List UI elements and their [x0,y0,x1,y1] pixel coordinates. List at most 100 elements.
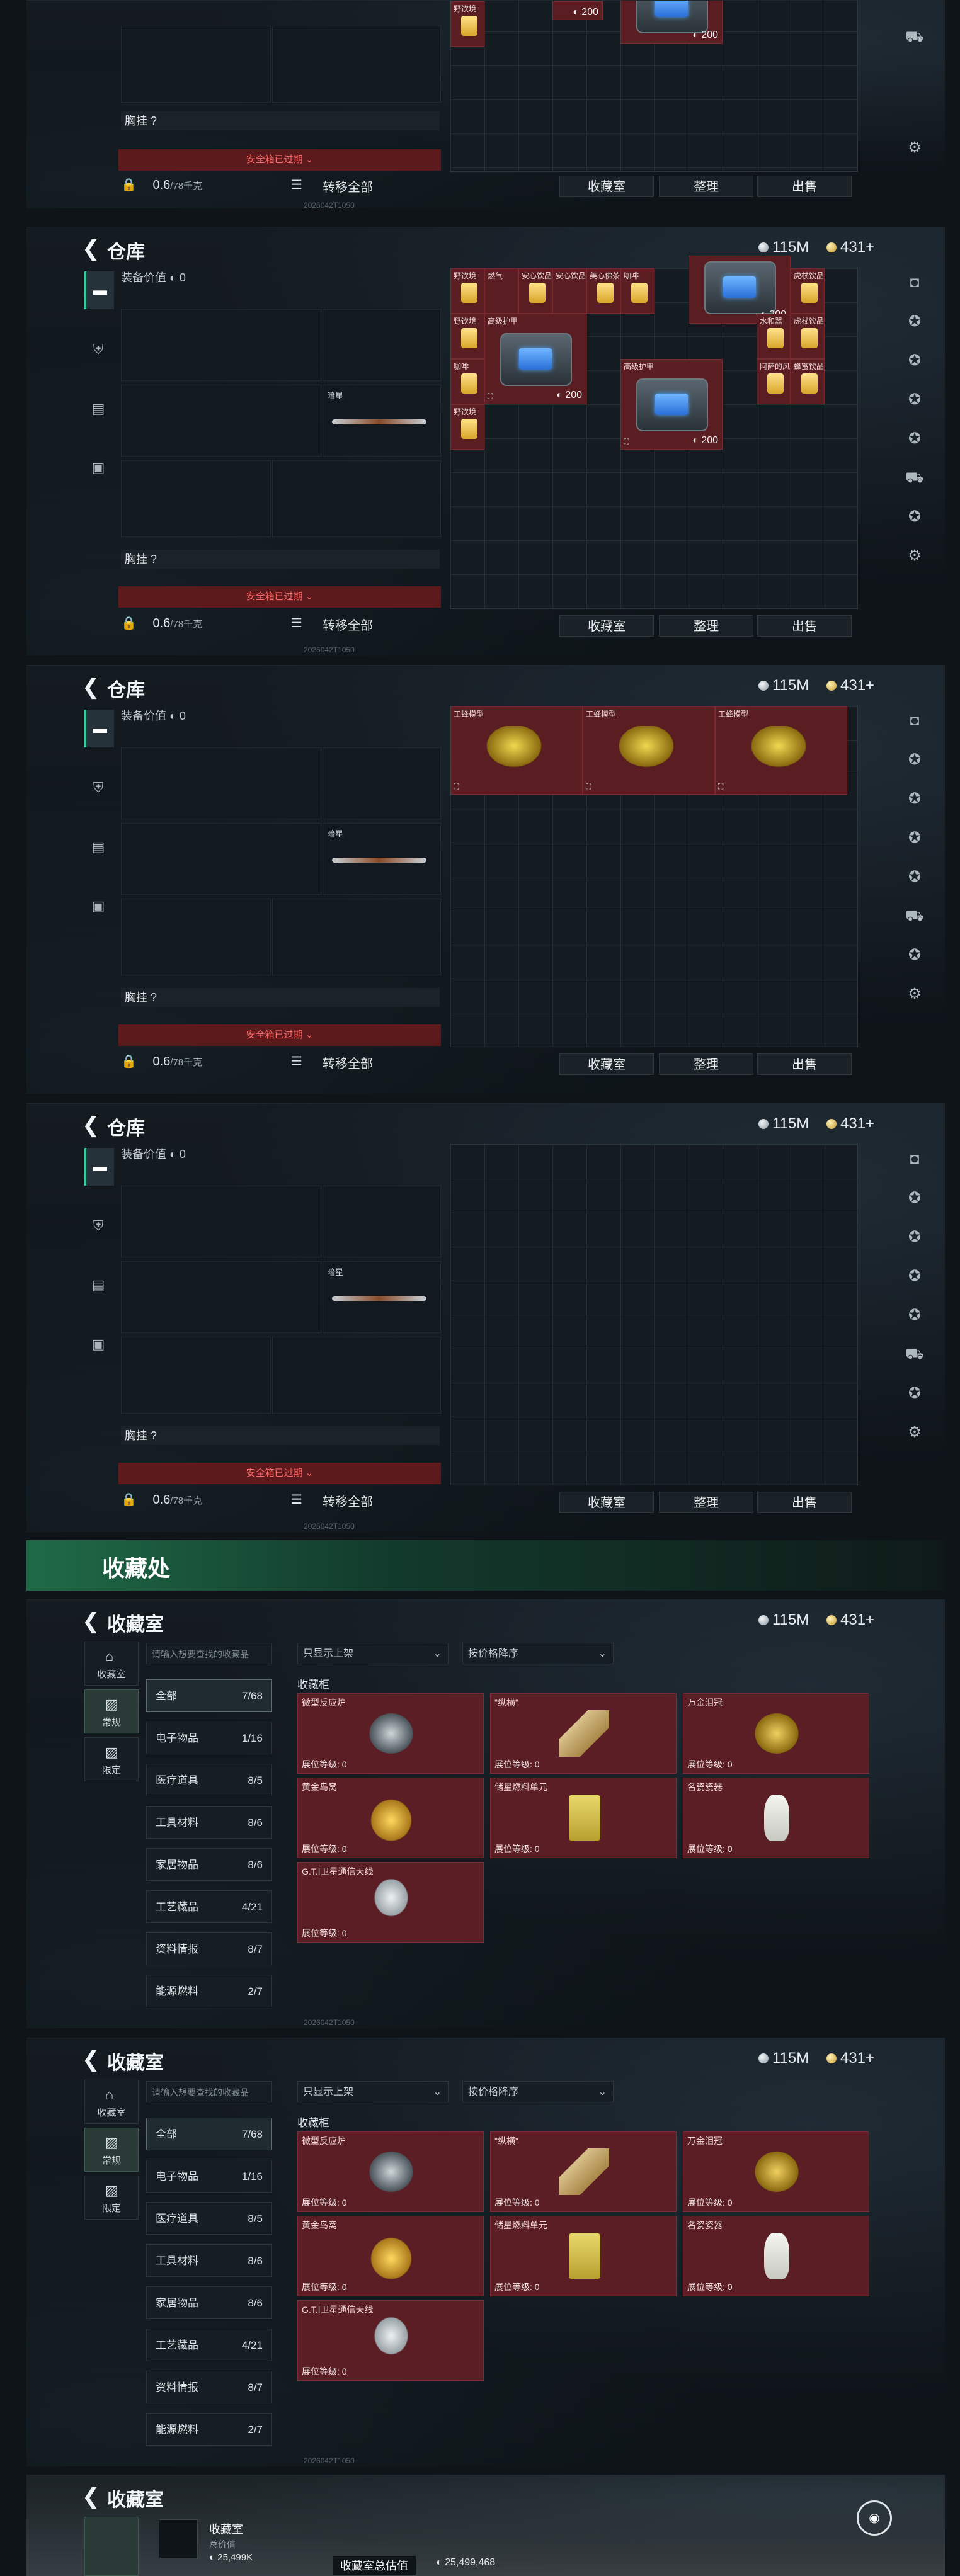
badge-icon[interactable]: ✪ [903,788,926,810]
sort-button[interactable]: 整理 [659,1492,753,1513]
stash-item[interactable]: 野饮境 [450,404,484,450]
sort-button[interactable]: 整理 [659,176,753,197]
tab-regular[interactable]: ▨ 常规 [84,1689,139,1733]
badge-icon[interactable]: ✪ [903,1187,926,1210]
badge-icon[interactable]: ✪ [903,428,926,450]
collection-card[interactable]: 储星燃料单元 展位等级: 0 [490,1778,677,1858]
sell-button[interactable]: 出售 [757,615,852,637]
stash-item[interactable]: 高级护甲 ◐ 200 ⛶ [484,314,586,404]
back-arrow-icon[interactable]: ❮ [82,1113,100,1138]
primary-weapon-slot[interactable] [121,1186,321,1257]
camera-icon[interactable]: ⛟ [903,467,926,489]
category-item[interactable]: 家居物品 8/6 [146,2286,272,2319]
helmet-slot[interactable] [121,460,271,537]
stash-item[interactable]: ◐ 200 [620,1,723,44]
badge-icon[interactable]: ✪ [903,389,926,411]
collection-card[interactable]: 微型反应炉 展位等级: 0 [297,2131,484,2212]
camera-icon[interactable]: ⛟ [903,26,926,48]
gold-currency[interactable]: 431+ [826,2050,874,2067]
collection-card[interactable]: 名瓷瓷器 展位等级: 0 [683,2216,869,2296]
back-arrow-icon[interactable]: ❮ [82,2047,100,2072]
secondary-weapon-slot[interactable] [121,823,321,895]
category-item[interactable]: 能源燃料 2/7 [146,1975,272,2007]
tab-weapons[interactable]: ▬ [84,271,114,309]
stash-grid[interactable] [450,1144,858,1485]
back-arrow-icon[interactable]: ❮ [82,2484,100,2509]
stash-item[interactable]: 虎杖饮品 [791,314,825,359]
badge-icon[interactable]: ✪ [903,827,926,849]
badge-icon[interactable]: ✪ [903,1304,926,1327]
record-icon[interactable]: ◉ [857,2500,892,2536]
safe-icon[interactable]: ◘ [903,1148,926,1171]
sort-filter-dropdown[interactable]: 按价格降序 ⌄ [462,1643,614,1664]
category-item[interactable]: 工具材料 8/6 [146,1806,272,1839]
armor-slot[interactable] [272,460,441,537]
sort-button[interactable]: 整理 [659,1053,753,1075]
secondary-weapon-slot[interactable] [121,1261,321,1333]
collection-card[interactable]: G.T.I卫星通信天线 展位等级: 0 [297,2300,484,2381]
melee-slot[interactable]: 暗星 [323,1261,441,1333]
sell-button[interactable]: 出售 [757,1053,852,1075]
collection-card[interactable]: 万金泪冠 展位等级: 0 [683,1693,869,1774]
safe-box-notice[interactable]: 安全箱已过期 ⌄ [118,586,441,608]
transfer-all-button[interactable]: 转移全部 [323,615,373,633]
display-filter-dropdown[interactable]: 只显示上架 ⌄ [297,1643,449,1664]
category-item[interactable]: 全部 7/68 [146,2118,272,2150]
search-input[interactable]: 请输入想要查找的收藏品 [146,1643,272,1664]
sell-button[interactable]: 出售 [757,1492,852,1513]
armor-slot[interactable] [272,26,441,103]
safe-box-notice[interactable]: 安全箱已过期 ⌄ [118,149,441,171]
collection-room-button[interactable]: 收藏室 [559,615,654,637]
collection-card[interactable]: 名瓷瓷器 展位等级: 0 [683,1778,869,1858]
primary-weapon-slot[interactable] [121,309,321,381]
stash-item[interactable]: 野饮境 [450,314,484,359]
list-icon[interactable]: ☰ [291,1492,302,1507]
melee-slot[interactable]: 暗星 [323,823,441,895]
collection-card[interactable]: "纵横" 展位等级: 0 [490,2131,677,2212]
stash-item[interactable]: 工蜂模型 ⛶ [715,706,847,795]
settings-icon[interactable]: ⚙ [903,545,926,567]
list-icon[interactable]: ☰ [291,615,302,631]
gold-currency[interactable]: 431+ [826,1611,874,1629]
stash-grid[interactable]: 工蜂模型 ⛶ 工蜂模型 ⛶ 工蜂模型 ⛶ [450,706,858,1047]
category-item[interactable]: 资料情报 8/7 [146,1932,272,1965]
camera-icon[interactable]: ⛟ [903,905,926,928]
tab-armor[interactable]: ⛨ [84,769,112,807]
gold-currency[interactable]: 431+ [826,1115,874,1133]
back-arrow-icon[interactable]: ❮ [82,674,100,700]
badge-icon[interactable]: ✪ [903,1226,926,1249]
badge-icon[interactable]: ✪ [903,506,926,528]
tab-case[interactable]: ▣ [84,449,112,487]
stash-item[interactable]: 阿萨的风格 [757,359,791,404]
armor-slot[interactable] [272,1337,441,1414]
tab-limited[interactable]: ▨ 限定 [84,1737,139,1781]
collection-card[interactable]: 黄金鸟窝 展位等级: 0 [297,2216,484,2296]
stash-item[interactable]: 工蜂模型 ⛶ [583,706,715,795]
badge-icon[interactable]: ✪ [903,310,926,333]
settings-icon[interactable]: ⚙ [903,1421,926,1444]
stash-grid[interactable]: 野饮境 ◐ 200 ◐ 200 [450,1,858,172]
tab-gear[interactable]: ▤ [84,1266,112,1304]
tab-weapons[interactable]: ▬ [84,1148,114,1186]
helmet-slot[interactable] [121,26,271,103]
stash-item[interactable]: 咖啡 [620,268,654,314]
collection-room-tab[interactable] [84,2517,139,2576]
pistol-slot[interactable] [323,1186,441,1257]
transfer-all-button[interactable]: 转移全部 [323,1053,373,1072]
gold-currency[interactable]: 431+ [826,677,874,695]
safe-box-notice[interactable]: 安全箱已过期 ⌄ [118,1463,441,1484]
collection-card[interactable]: 微型反应炉 展位等级: 0 [297,1693,484,1774]
category-item[interactable]: 全部 7/68 [146,1679,272,1712]
safe-box-notice[interactable]: 安全箱已过期 ⌄ [118,1024,441,1046]
badge-icon[interactable]: ✪ [903,749,926,771]
display-filter-dropdown[interactable]: 只显示上架 ⌄ [297,2081,449,2102]
stash-item[interactable]: 蜂蜜饮品 [791,359,825,404]
category-item[interactable]: 家居物品 8/6 [146,1848,272,1881]
pistol-slot[interactable] [323,747,441,819]
tab-regular[interactable]: ▨ 常规 [84,2128,139,2172]
tab-limited[interactable]: ▨ 限定 [84,2176,139,2220]
sort-filter-dropdown[interactable]: 按价格降序 ⌄ [462,2081,614,2102]
safe-icon[interactable]: ◘ [903,710,926,732]
category-item[interactable]: 电子物品 1/16 [146,2160,272,2193]
stash-item[interactable]: 水和器 [757,314,791,359]
